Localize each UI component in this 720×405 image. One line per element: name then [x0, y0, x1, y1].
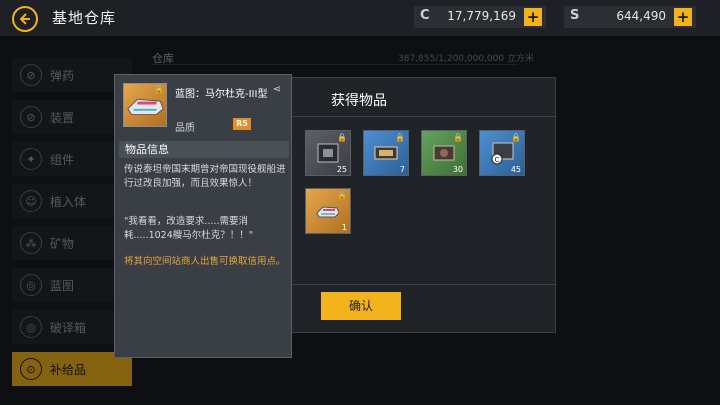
item-quote: "我看看，改造要求.....需要消耗.....1024艘马尔杜克？！！"	[124, 216, 254, 241]
reward-item[interactable]: 🔒 7	[363, 130, 409, 176]
dialog-title: 获得物品	[331, 93, 387, 109]
item-thumbnail: 🔒	[123, 83, 167, 127]
arrow-left-icon	[19, 13, 30, 25]
svg-text:C: C	[495, 156, 500, 164]
share-icon[interactable]: ⋖	[273, 84, 281, 95]
reward-item[interactable]: C 🔒 45	[479, 130, 525, 176]
currency-c-value: 17,779,169	[447, 9, 516, 23]
module-icon	[317, 143, 339, 163]
credit-s-icon: S	[570, 8, 580, 23]
lock-icon: 🔒	[337, 133, 347, 142]
ship-blueprint-icon	[316, 206, 340, 218]
lock-icon: 🔒	[154, 85, 164, 94]
lock-icon: 🔒	[395, 133, 405, 142]
top-bar: 基地仓库 C 17,779,169 + S 644,490 +	[0, 0, 720, 36]
divider	[291, 284, 555, 285]
lock-icon: 🔒	[511, 133, 521, 142]
page-title: 基地仓库	[52, 9, 117, 27]
lock-icon: 🔒	[337, 191, 347, 200]
item-quantity: 30	[452, 165, 463, 174]
obtained-items-dialog: 获得物品 🔒 25 🔒 7 🔒 30 C 🔒 45 🔒 1 确认	[290, 77, 556, 333]
reward-item[interactable]: 🔒 30	[421, 130, 467, 176]
section-title: 物品信息	[119, 141, 289, 158]
item-description: 传说泰坦帝国末期曾对帝国现役舰船进行过改良加强，而且效果惊人！	[124, 164, 286, 189]
reward-item[interactable]: 🔒 25	[305, 130, 351, 176]
currency-s-display: S 644,490 +	[564, 6, 696, 28]
currency-c-display: C 17,779,169 +	[414, 6, 546, 28]
quality-label: 品质	[175, 123, 195, 134]
lock-icon: 🔒	[453, 133, 463, 142]
chip-icon	[374, 146, 398, 160]
device-icon	[433, 145, 455, 161]
confirm-button[interactable]: 确认	[321, 292, 401, 320]
item-quantity: 25	[336, 165, 347, 174]
item-quantity: 1	[341, 223, 347, 232]
add-currency-c-button[interactable]: +	[524, 8, 542, 26]
currency-s-value: 644,490	[616, 9, 666, 23]
divider	[291, 116, 555, 117]
reward-item[interactable]: 🔒 1	[305, 188, 351, 234]
quality-badge: R5	[233, 118, 251, 130]
credit-c-icon: C	[420, 8, 430, 23]
item-name: 蓝图：马尔杜克-III型	[175, 89, 268, 100]
item-sell-note: 将其向空间站商人出售可换取信用点。	[124, 256, 286, 267]
item-quantity: 45	[510, 165, 521, 174]
item-quantity: 7	[399, 165, 405, 174]
back-button[interactable]	[12, 6, 38, 32]
credit-chip-icon: C	[491, 142, 514, 165]
add-currency-s-button[interactable]: +	[674, 8, 692, 26]
item-info-panel: 🔒 蓝图：马尔杜克-III型 ⋖ 品质 R5 物品信息 传说泰坦帝国末期曾对帝国…	[114, 74, 292, 358]
